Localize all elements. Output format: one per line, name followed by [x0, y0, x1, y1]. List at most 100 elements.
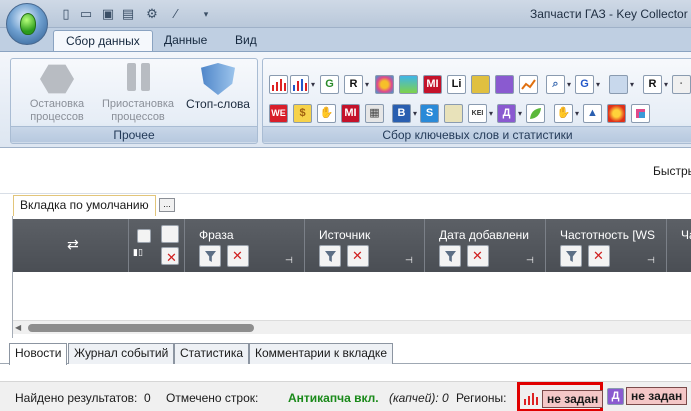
select-filter-icon[interactable]	[161, 225, 179, 243]
scroll-left-arrow-icon[interactable]: ◀	[15, 323, 21, 332]
b-icon[interactable]: B	[392, 104, 411, 123]
table-grid-icon[interactable]	[609, 75, 628, 94]
color-dots-icon[interactable]	[375, 75, 394, 94]
ribbon-group-label-collect: Сбор ключевых слов и статистики	[263, 126, 691, 142]
quick-access-dropdown-icon[interactable]: ▾	[198, 6, 214, 22]
select-clear-icon[interactable]	[161, 247, 179, 266]
sun-icon[interactable]	[607, 104, 626, 123]
filter-funnel-icon[interactable]	[199, 245, 221, 267]
tab-tab-comments[interactable]: Комментарии к вкладке	[249, 343, 393, 364]
cube-icon[interactable]	[631, 104, 650, 123]
filter-funnel-icon[interactable]	[439, 245, 461, 267]
mi2-icon[interactable]: MI	[341, 104, 360, 123]
status-bar: Найдено результатов: 0 Отмечено строк: А…	[0, 381, 691, 411]
settings-gear-icon[interactable]: ⚙	[144, 6, 160, 22]
globe-icon[interactable]	[399, 75, 418, 94]
app-orb-button[interactable]	[6, 3, 48, 45]
chart-purple-icon[interactable]	[495, 75, 514, 94]
found-results-label: Найдено результатов:	[15, 391, 138, 405]
chevron-down-icon[interactable]: ▾	[311, 75, 315, 94]
filter-funnel-icon[interactable]	[319, 245, 341, 267]
photo-icon[interactable]	[444, 104, 463, 123]
pin-icon[interactable]: ⊣	[405, 255, 413, 266]
tab-menu-button[interactable]: ...	[159, 198, 175, 212]
more-icon[interactable]: ·	[672, 75, 691, 94]
open-folder-icon[interactable]: ▭	[78, 6, 94, 22]
chevron-down-icon[interactable]: ▾	[664, 75, 668, 94]
tab-data-collection[interactable]: Сбор данных	[53, 30, 153, 52]
select-mode-icon[interactable]: ▮▯	[133, 247, 143, 258]
d-icon[interactable]: Д	[497, 104, 516, 123]
chevron-down-icon[interactable]: ▾	[596, 75, 600, 94]
anticaptcha-status[interactable]: Антикапча вкл.	[288, 391, 379, 405]
bottom-tab-bar: Новости Журнал событий Статистика Коммен…	[0, 342, 691, 365]
grid-header-select-col: ▮▯	[129, 219, 185, 272]
grid-col-date-added[interactable]: Дата добавлени ⊣	[425, 219, 546, 272]
google-g-icon[interactable]: G	[320, 75, 339, 94]
leaf-icon[interactable]	[526, 104, 545, 123]
mi-icon[interactable]: MI	[423, 75, 442, 94]
new-file-icon[interactable]: ▯	[58, 6, 74, 22]
regions-highlight-box: не задан	[517, 382, 604, 411]
d-region-icon[interactable]: Д	[607, 388, 624, 405]
chevron-down-icon[interactable]: ▾	[518, 104, 522, 123]
export-icon[interactable]: ▤	[120, 6, 136, 22]
google-g2-icon[interactable]: G	[575, 75, 594, 94]
regions-label: Регионы:	[456, 391, 507, 405]
we-icon[interactable]: WE	[269, 104, 288, 123]
rambler-r-icon[interactable]: R	[344, 75, 363, 94]
grid-col-frequency-ws[interactable]: Частотность [WS ⊣	[546, 219, 667, 272]
chevron-down-icon[interactable]: ▾	[489, 104, 493, 123]
select-all-checkbox[interactable]	[137, 229, 151, 243]
chevron-down-icon[interactable]: ▾	[365, 75, 369, 94]
calculator-icon[interactable]: ▦	[365, 104, 384, 123]
tab-statistics[interactable]: Статистика	[174, 343, 250, 364]
pin-icon[interactable]: ⊣	[526, 255, 534, 266]
filter-clear-icon[interactable]	[588, 245, 610, 267]
captcha-count: (капчей): 0	[389, 391, 449, 405]
kei-icon[interactable]: KEI	[468, 104, 487, 123]
chevron-down-icon[interactable]: ▾	[630, 75, 634, 94]
hat-icon[interactable]: ▲	[583, 104, 602, 123]
grid-col-phrase[interactable]: Фраза ⊣	[185, 219, 305, 272]
chevron-down-icon[interactable]: ▾	[575, 104, 579, 123]
filter-clear-icon[interactable]	[347, 245, 369, 267]
s-icon[interactable]: S	[420, 104, 439, 123]
search-magnifier-icon[interactable]: ⌕	[546, 75, 565, 94]
scrollbar-thumb[interactable]	[28, 324, 254, 332]
tab-event-log[interactable]: Журнал событий	[68, 343, 175, 364]
wordstat-bars-icon[interactable]	[269, 75, 288, 94]
filter-clear-icon[interactable]	[227, 245, 249, 267]
magic-wand-icon[interactable]: ⁄	[168, 6, 184, 22]
filter-clear-icon[interactable]	[467, 245, 489, 267]
hand-icon[interactable]: ✋	[317, 104, 336, 123]
pin-icon[interactable]: ⊣	[647, 255, 655, 266]
tab-default[interactable]: Вкладка по умолчанию	[13, 195, 156, 216]
filter-funnel-icon[interactable]	[560, 245, 582, 267]
region-1-badge[interactable]: не задан	[542, 390, 604, 408]
hand2-icon[interactable]: ✋	[554, 104, 573, 123]
rambler-r2-icon[interactable]: R	[643, 75, 662, 94]
chevron-down-icon[interactable]: ▾	[567, 75, 571, 94]
stop-words-button[interactable]: Стоп-слова	[177, 63, 259, 125]
wordstat-bars-blue-icon[interactable]	[290, 75, 309, 94]
stop-hexagon-icon	[40, 64, 74, 94]
tab-view[interactable]: Вид	[223, 30, 269, 52]
liveinternet-li-icon[interactable]: Li	[447, 75, 466, 94]
grid-col-frequency-2[interactable]: Ча	[667, 219, 691, 272]
grid-col-source[interactable]: Источник ⊣	[305, 219, 425, 272]
dollar-icon[interactable]: $	[293, 104, 312, 123]
save-icon[interactable]: ▣	[100, 6, 116, 22]
swap-arrows-icon[interactable]: ⇄	[67, 236, 79, 253]
line-chart-icon[interactable]	[519, 75, 538, 94]
pin-icon[interactable]: ⊣	[285, 255, 293, 266]
pause-processes-button[interactable]: Приостановка процессов	[97, 63, 179, 125]
tab-data[interactable]: Данные	[152, 30, 219, 52]
horizontal-scrollbar[interactable]: ◀	[13, 320, 691, 334]
database-icon[interactable]	[471, 75, 490, 94]
region-2-badge[interactable]: не задан	[626, 387, 688, 405]
stop-processes-button[interactable]: Остановка процессов	[16, 63, 98, 125]
chevron-down-icon[interactable]: ▾	[413, 104, 417, 123]
wordstat-regions-icon[interactable]	[523, 391, 539, 408]
tab-news[interactable]: Новости	[9, 343, 68, 365]
